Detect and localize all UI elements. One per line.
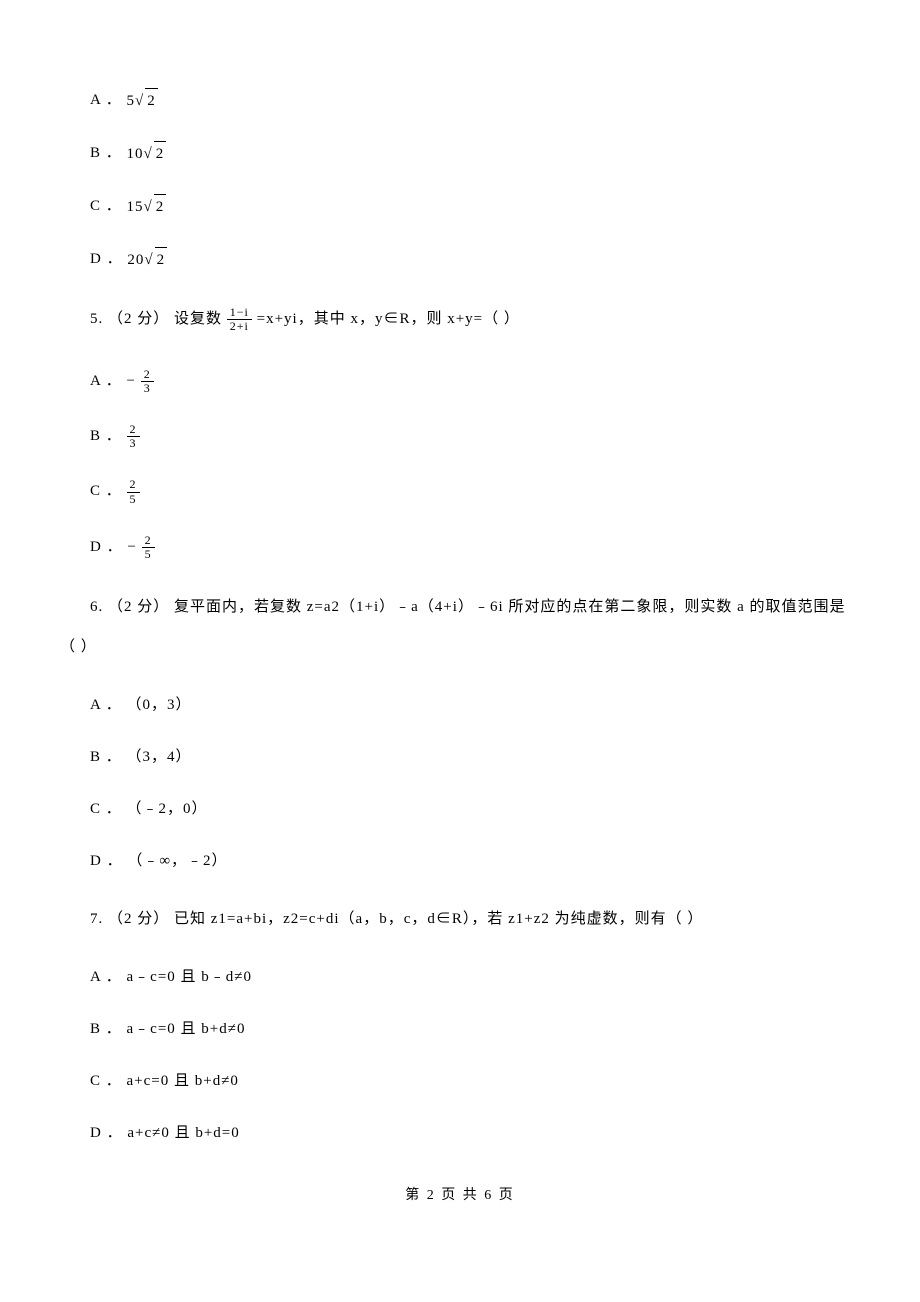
sqrt-expr: 15√2	[127, 194, 167, 219]
option-label: A ．	[90, 373, 122, 389]
option-label: C ．	[90, 198, 122, 214]
stem-post: =x+yi，其中 x，y∈R，则 x+y=（ ）	[257, 311, 520, 327]
q4-option-b: B ． 10√2	[90, 141, 860, 166]
q6-stem-line2: （ ）	[60, 635, 860, 659]
q5-option-b: B ． 2 3	[90, 423, 860, 450]
q7-option-c: C ． a+c=0 且 b+d≠0	[90, 1069, 860, 1093]
q5-stem: 5. （2 分） 设复数 1−i 2+i =x+yi，其中 x，y∈R，则 x+…	[90, 306, 860, 333]
q7-stem: 7. （2 分） 已知 z1=a+bi，z2=c+di（a，b，c，d∈R），若…	[90, 907, 860, 931]
sign: −	[127, 373, 136, 389]
fraction: 1−i 2+i	[227, 306, 252, 333]
q4-option-c: C ． 15√2	[90, 194, 860, 219]
q5-option-c: C ． 2 5	[90, 478, 860, 505]
q6-option-d: D ． （﹣∞，﹣2）	[90, 849, 860, 873]
q6-option-a: A ． （0，3）	[90, 693, 860, 717]
q6-option-c: C ． （﹣2，0）	[90, 797, 860, 821]
option-label: A ．	[90, 92, 122, 108]
q5-option-a: A ． − 2 3	[90, 368, 860, 395]
option-label: D ．	[90, 539, 123, 555]
q6-stem-line1: 6. （2 分） 复平面内，若复数 z=a2（1+i）﹣a（4+i）﹣6i 所对…	[90, 595, 860, 619]
option-label: D ．	[90, 251, 123, 267]
sqrt-expr: 10√2	[127, 141, 167, 166]
q7-option-b: B ． a﹣c=0 且 b+d≠0	[90, 1017, 860, 1041]
page-content: A ． 5√2 B ． 10√2 C ． 15√2 D ． 20√2 5. （2…	[0, 0, 920, 1238]
fraction: 2 5	[127, 478, 140, 505]
sign: −	[127, 539, 136, 555]
page-footer: 第 2 页 共 6 页	[60, 1185, 860, 1207]
sqrt-expr: 20√2	[127, 247, 167, 272]
fraction: 2 3	[127, 423, 140, 450]
q4-option-d: D ． 20√2	[90, 247, 860, 272]
q7-option-d: D ． a+c≠0 且 b+d=0	[90, 1121, 860, 1145]
stem-pre: 5. （2 分） 设复数	[90, 311, 227, 327]
q4-option-a: A ． 5√2	[90, 88, 860, 113]
option-label: B ．	[90, 428, 122, 444]
sqrt-expr: 5√2	[127, 88, 158, 113]
option-label: B ．	[90, 145, 122, 161]
q7-option-a: A ． a﹣c=0 且 b﹣d≠0	[90, 965, 860, 989]
q5-option-d: D ． − 2 5	[90, 534, 860, 561]
fraction: 2 5	[142, 534, 155, 561]
option-label: C ．	[90, 484, 122, 500]
q6-option-b: B ． （3，4）	[90, 745, 860, 769]
fraction: 2 3	[141, 368, 154, 395]
